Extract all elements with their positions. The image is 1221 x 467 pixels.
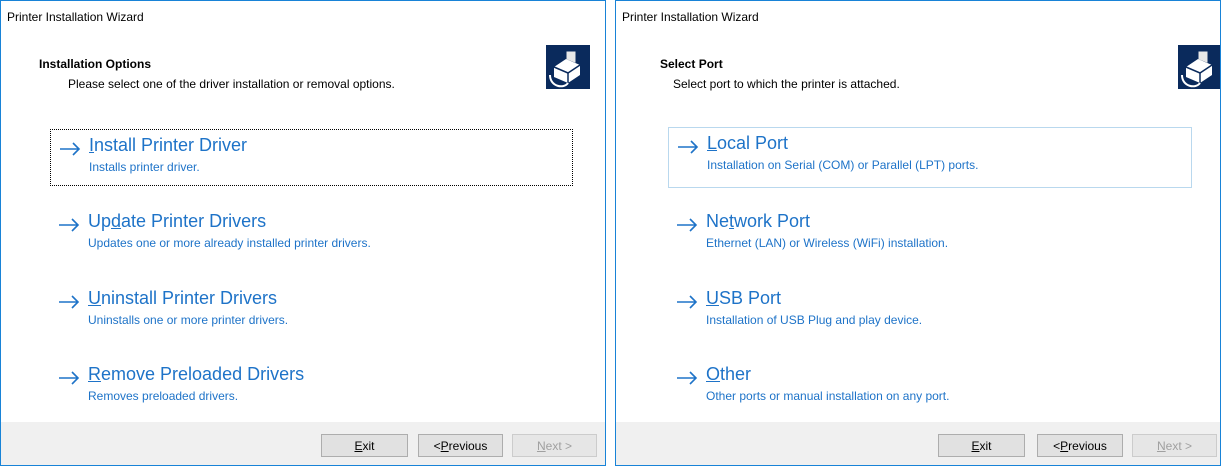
option-description: Installs printer driver. (89, 160, 200, 174)
wizard-header: Select Port Select port to which the pri… (616, 32, 1220, 112)
option-description: Updates one or more already installed pr… (88, 236, 371, 250)
option-description: Installation of USB Plug and play device… (706, 313, 923, 327)
option-label: Update Printer Drivers (88, 211, 267, 231)
next-button[interactable]: Next > (1132, 434, 1217, 457)
title-bar[interactable]: Printer Installation Wizard (1, 1, 605, 32)
exit-button[interactable]: Exit (321, 434, 408, 457)
option-label: Install Printer Driver (89, 135, 248, 155)
installation-options-window: Printer Installation Wizard Installation… (0, 0, 606, 466)
option-description: Ethernet (LAN) or Wireless (WiFi) instal… (706, 236, 949, 250)
local-port-option[interactable]: Local Port Installation on Serial (COM) … (668, 127, 1192, 188)
option-label: Uninstall Printer Drivers (88, 288, 278, 308)
network-port-option[interactable]: Network Port Ethernet (LAN) or Wireless … (668, 206, 1192, 263)
previous-button[interactable]: < Previous (1037, 434, 1123, 457)
previous-button[interactable]: < Previous (418, 434, 503, 457)
install-printer-driver-option[interactable]: Install Printer Driver Installs printer … (50, 129, 573, 186)
next-button[interactable]: Next > (512, 434, 597, 457)
option-label: Other (706, 364, 752, 384)
uninstall-printer-drivers-option[interactable]: Uninstall Printer Drivers Uninstalls one… (50, 283, 573, 340)
option-description: Uninstalls one or more printer drivers. (88, 313, 289, 327)
usb-port-option[interactable]: USB Port Installation of USB Plug and pl… (668, 283, 1192, 340)
arrow-right-icon (59, 295, 80, 309)
arrow-right-icon (677, 295, 698, 309)
option-description: Removes preloaded drivers. (88, 389, 239, 403)
printer-wizard-icon (546, 45, 590, 89)
header-title: Installation Options (39, 57, 152, 71)
option-label: Local Port (707, 133, 789, 153)
update-printer-drivers-option[interactable]: Update Printer Drivers Updates one or mo… (50, 206, 573, 263)
window-title: Printer Installation Wizard (622, 10, 759, 24)
option-label: Remove Preloaded Drivers (88, 364, 305, 384)
arrow-right-icon (678, 140, 699, 154)
option-description: Other ports or manual installation on an… (706, 389, 950, 403)
arrow-right-icon (677, 371, 698, 385)
wizard-header: Installation Options Please select one o… (1, 32, 605, 112)
arrow-right-icon (60, 142, 81, 156)
arrow-right-icon (677, 218, 698, 232)
installation-options-list: Install Printer Driver Installs printer … (1, 112, 605, 423)
screen: Printer Installation Wizard Installation… (0, 0, 1221, 467)
header-subtitle: Please select one of the driver installa… (68, 77, 395, 91)
header-title: Select Port (660, 57, 723, 71)
select-port-window: Printer Installation Wizard Select Port … (615, 0, 1221, 466)
printer-wizard-icon (1178, 45, 1220, 89)
window-title: Printer Installation Wizard (7, 10, 144, 24)
option-description: Installation on Serial (COM) or Parallel… (707, 158, 979, 172)
arrow-right-icon (59, 371, 80, 385)
exit-button[interactable]: Exit (938, 434, 1025, 457)
option-label: USB Port (706, 288, 782, 308)
header-subtitle: Select port to which the printer is atta… (673, 77, 900, 91)
title-bar[interactable]: Printer Installation Wizard (616, 1, 1220, 32)
button-bar: Exit < Previous Next > (1, 422, 605, 465)
button-bar: Exit < Previous Next > (616, 422, 1220, 465)
option-label: Network Port (706, 211, 811, 231)
arrow-right-icon (59, 218, 80, 232)
port-options-list: Local Port Installation on Serial (COM) … (616, 112, 1220, 423)
remove-preloaded-drivers-option[interactable]: Remove Preloaded Drivers Removes preload… (50, 359, 573, 416)
other-port-option[interactable]: Other Other ports or manual installation… (668, 359, 1192, 416)
